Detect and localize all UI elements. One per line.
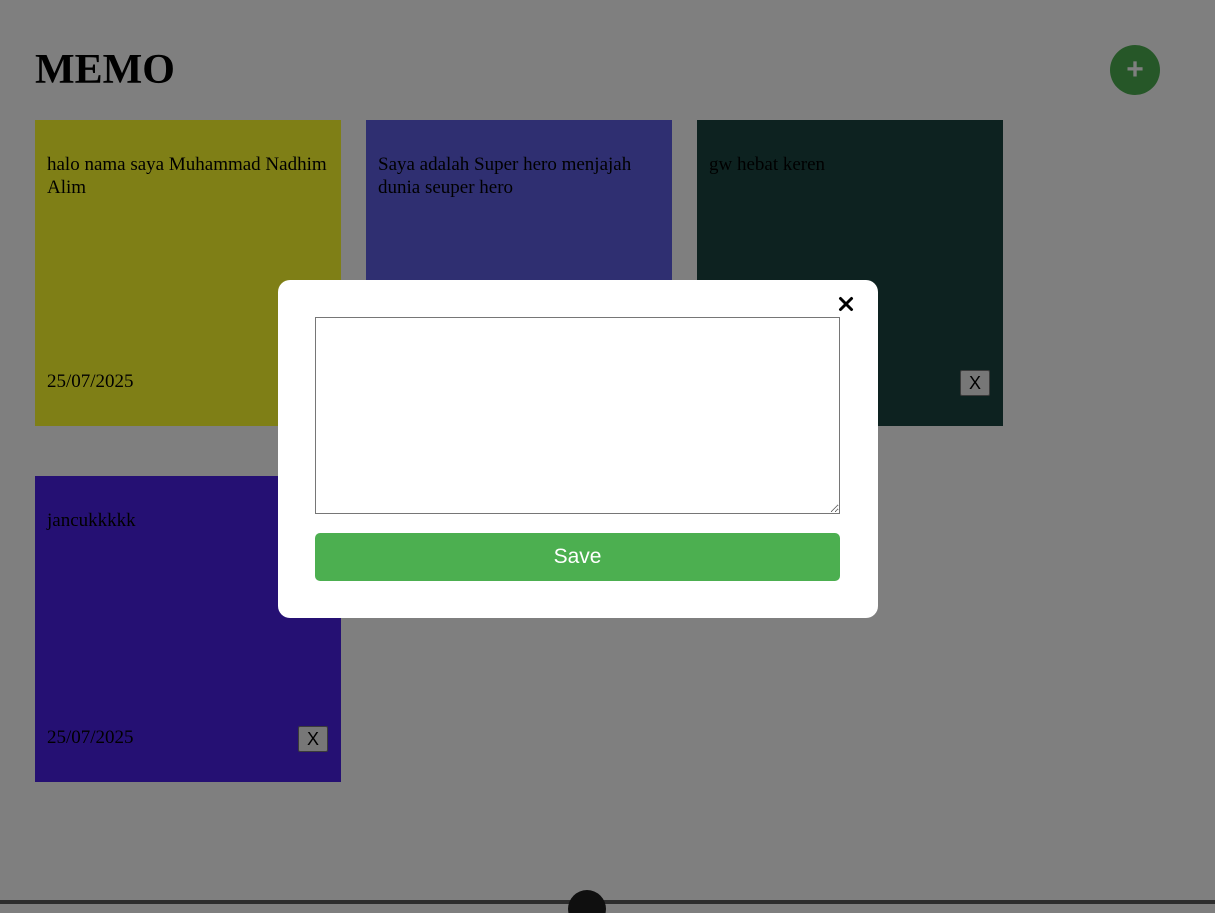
save-button[interactable]: Save [315, 533, 840, 581]
note-textarea[interactable] [315, 317, 840, 514]
modal-close-button[interactable] [834, 292, 858, 316]
modal-overlay[interactable]: Save [0, 0, 1215, 913]
close-icon [839, 297, 853, 311]
add-note-modal: Save [278, 280, 878, 618]
